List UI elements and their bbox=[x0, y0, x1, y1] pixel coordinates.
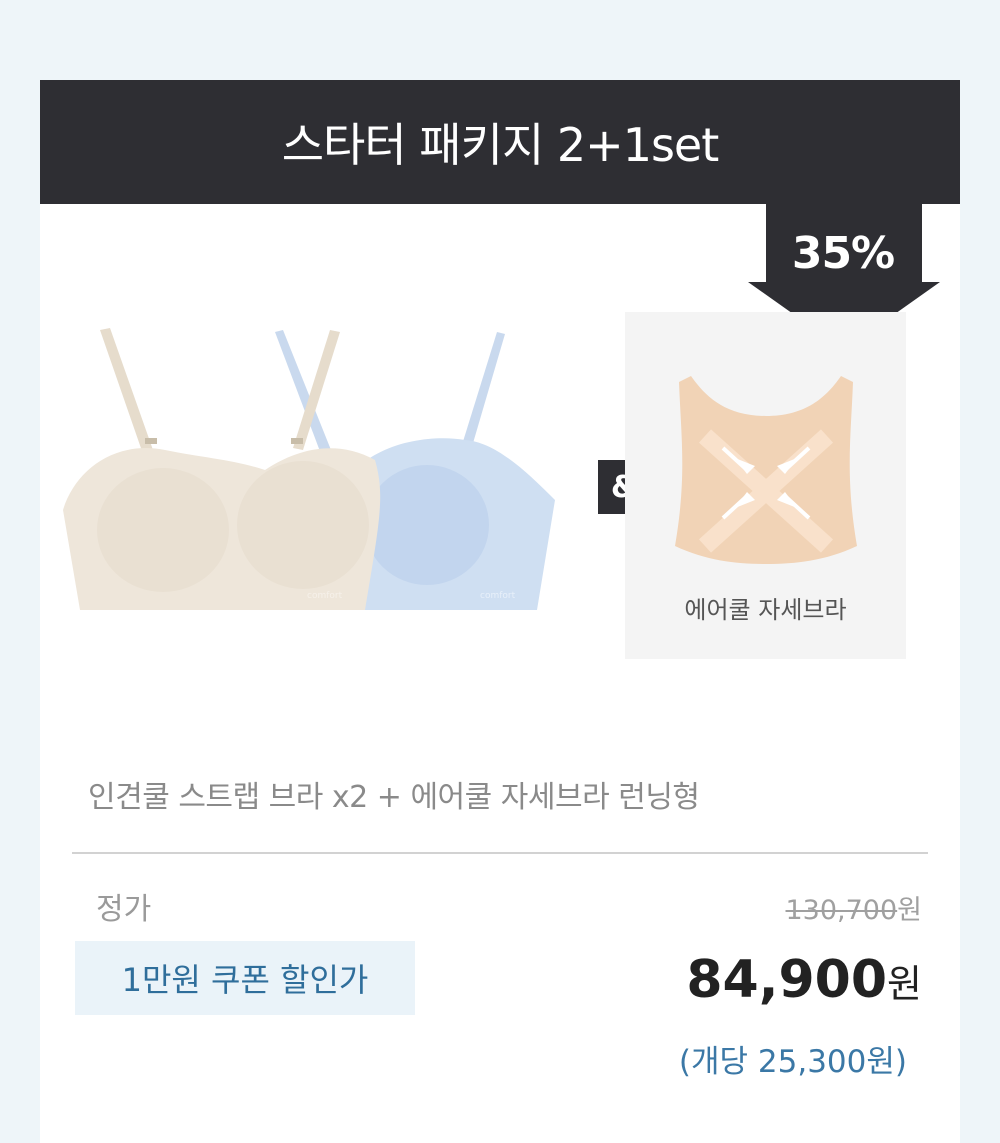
regular-price: 130,700원 bbox=[786, 888, 923, 927]
sale-price: 84,900원 bbox=[686, 950, 922, 1010]
regular-price-value: 130,700 bbox=[785, 895, 898, 926]
package-title-banner: 스타터 패키지 2+1set bbox=[40, 80, 960, 204]
discount-percent: 35% bbox=[791, 228, 895, 279]
coupon-discount-label: 1만원 쿠폰 할인가 bbox=[75, 941, 415, 1015]
regular-price-currency: 원 bbox=[897, 895, 922, 926]
coupon-discount-text: 1만원 쿠폰 할인가 bbox=[121, 961, 369, 999]
posture-bra-label: 에어쿨 자세브라 bbox=[684, 596, 847, 624]
divider bbox=[72, 852, 928, 854]
product-name: 인견쿨 스트랩 브라 x2 + 에어쿨 자세브라 런닝형 bbox=[88, 780, 700, 815]
regular-price-label: 정가 bbox=[96, 892, 152, 927]
unit-price: (개당 25,300원) bbox=[678, 1044, 907, 1080]
svg-text:comfort: comfort bbox=[480, 591, 516, 601]
package-title: 스타터 패키지 2+1set bbox=[281, 118, 720, 172]
sale-price-value: 84,900 bbox=[686, 950, 888, 1010]
ivory-bra-illustration: comfort bbox=[63, 328, 381, 610]
posture-bra-panel: 에어쿨 자세브라 bbox=[625, 312, 906, 659]
svg-text:comfort: comfort bbox=[307, 591, 343, 601]
posture-bra-image bbox=[675, 376, 857, 564]
strap-bra-image: comfort comfort bbox=[55, 320, 565, 620]
sale-price-currency: 원 bbox=[887, 962, 922, 1006]
